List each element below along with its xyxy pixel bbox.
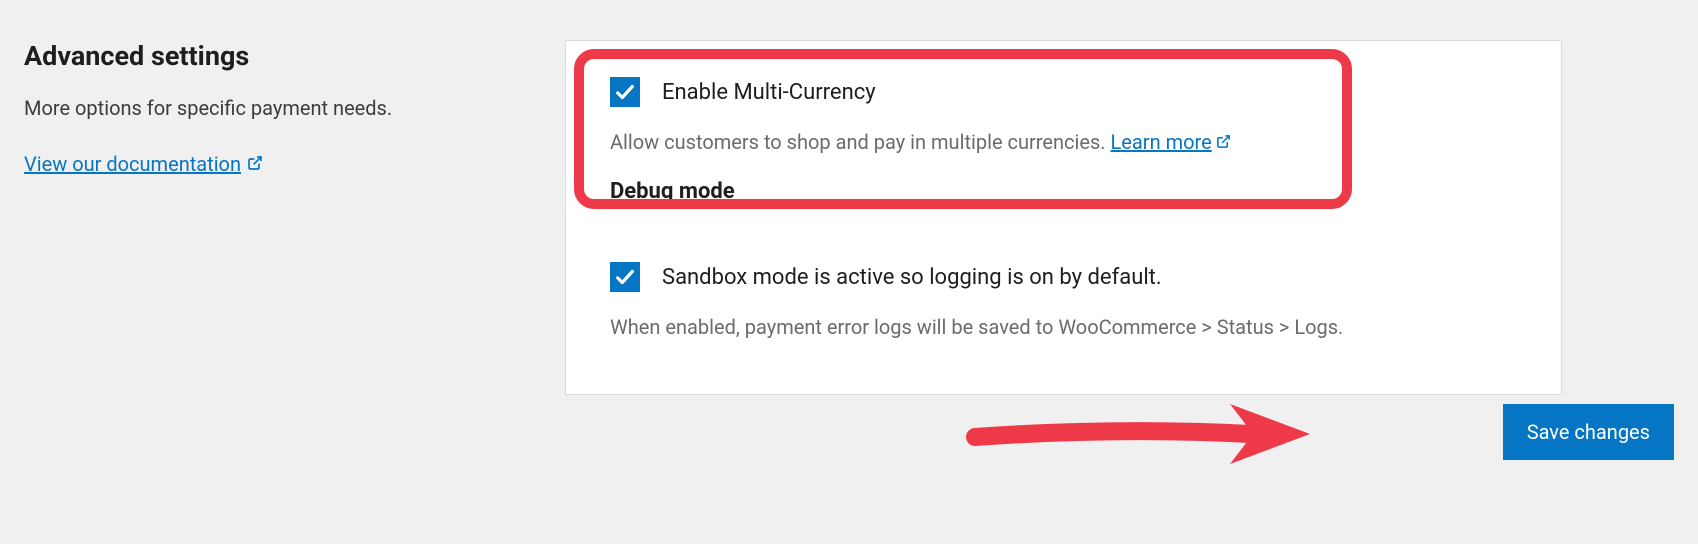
- settings-panel: Enable Multi-Currency Allow customers to…: [565, 40, 1562, 395]
- documentation-link[interactable]: View our documentation: [24, 152, 263, 176]
- external-link-icon: [1216, 127, 1231, 157]
- settings-sidebar: Advanced settings More options for speci…: [0, 40, 565, 395]
- page-subtitle: More options for specific payment needs.: [24, 96, 525, 120]
- check-icon: [614, 266, 636, 288]
- multi-currency-label: Enable Multi-Currency: [662, 80, 876, 105]
- multi-currency-option: Enable Multi-Currency Allow customers to…: [566, 41, 1561, 157]
- debug-mode-heading: Debug mode: [566, 179, 1561, 204]
- sandbox-description: When enabled, payment error logs will be…: [610, 312, 1517, 342]
- arrow-annotation: [965, 392, 1325, 472]
- save-changes-button[interactable]: Save changes: [1503, 404, 1674, 460]
- documentation-link-label: View our documentation: [24, 152, 241, 176]
- sandbox-option: Sandbox mode is active so logging is on …: [566, 226, 1561, 394]
- sandbox-checkbox[interactable]: [610, 262, 640, 292]
- learn-more-link[interactable]: Learn more: [1111, 127, 1231, 157]
- multi-currency-description: Allow customers to shop and pay in multi…: [610, 127, 1517, 157]
- external-link-icon: [247, 152, 263, 176]
- check-icon: [614, 81, 636, 103]
- sandbox-label: Sandbox mode is active so logging is on …: [662, 265, 1162, 290]
- multi-currency-checkbox[interactable]: [610, 77, 640, 107]
- page-title: Advanced settings: [24, 40, 525, 72]
